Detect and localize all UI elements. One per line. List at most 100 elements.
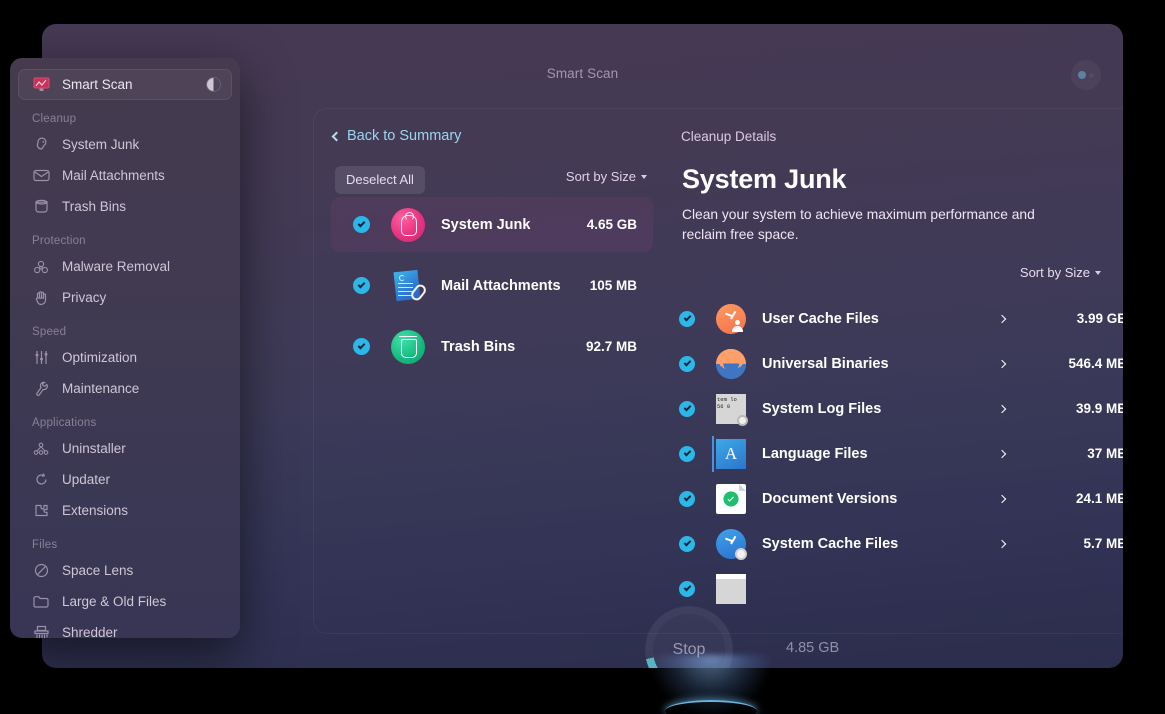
sidebar-item-extensions[interactable]: Extensions (18, 495, 232, 526)
detail-row-name: Universal Binaries (762, 355, 889, 372)
trash-bins-icon (391, 329, 425, 364)
detail-row-clipped[interactable] (679, 566, 1123, 611)
chevron-right-icon[interactable] (997, 359, 1007, 368)
detail-row-document-versions[interactable]: Document Versions 24.1 MB (679, 476, 1123, 521)
category-size: 92.7 MB (585, 339, 637, 354)
puzzle-icon (30, 503, 52, 518)
sidebar-item-large-old-files[interactable]: Large & Old Files (18, 586, 232, 617)
category-row-mail-attachments[interactable]: Mail Attachments 105 MB (331, 258, 653, 313)
system-log-icon: tem lo 56 0 (716, 393, 748, 426)
clipped-row-icon (716, 573, 746, 604)
cleanup-details-card: Back to Summary Cleanup Details Deselect… (313, 108, 1123, 634)
check-icon (683, 313, 691, 321)
detail-row-size: 37 MB (1087, 446, 1123, 461)
chevron-down-icon (1095, 270, 1101, 275)
category-name: System Junk (441, 216, 531, 233)
detail-checkbox[interactable] (679, 490, 695, 507)
detail-checkbox[interactable] (679, 445, 695, 462)
category-name: Mail Attachments (441, 277, 561, 294)
category-row-system-junk[interactable]: System Junk 4.65 GB (331, 197, 653, 252)
category-checkbox[interactable] (353, 216, 370, 233)
sidebar-item-label: Optimization (62, 350, 138, 365)
sidebar-item-maintenance[interactable]: Maintenance (18, 373, 232, 404)
detail-checkbox[interactable] (679, 355, 695, 372)
sidebar-item-label: Updater (62, 472, 111, 487)
category-list-column: Deselect All Sort by Size System Junk 4.… (327, 163, 657, 374)
check-icon (683, 493, 691, 501)
envelope-icon (30, 169, 52, 182)
detail-sort-label: Sort by Size (1019, 265, 1090, 280)
sidebar-item-system-junk[interactable]: System Junk (18, 129, 232, 160)
folder-icon (30, 595, 52, 608)
sidebar: Smart Scan Cleanup System Junk Mail Atta… (10, 58, 240, 638)
sidebar-item-space-lens[interactable]: Space Lens (18, 555, 232, 586)
detail-row-size: 546.4 MB (1068, 356, 1123, 371)
detail-row-system-log-files[interactable]: tem lo 56 0 System Log Files 39.9 MB (679, 386, 1123, 431)
universal-binaries-icon (716, 348, 746, 379)
category-checkbox[interactable] (353, 277, 370, 294)
chevron-right-icon[interactable] (997, 494, 1007, 503)
broom-icon (30, 137, 52, 153)
sidebar-item-trash-bins[interactable]: Trash Bins (18, 191, 232, 222)
back-to-summary-link[interactable]: Back to Summary (331, 128, 462, 144)
detail-row-name: Language Files (762, 445, 868, 462)
detail-checkbox[interactable] (679, 310, 695, 327)
detail-row-user-cache-files[interactable]: User Cache Files 3.99 GB (679, 296, 1123, 341)
sidebar-item-label: System Junk (62, 137, 140, 152)
category-size: 105 MB (589, 278, 637, 293)
sidebar-item-label: Large & Old Files (62, 594, 167, 609)
sidebar-item-malware-removal[interactable]: Malware Removal (18, 251, 232, 282)
detail-row-language-files[interactable]: Language Files 37 MB (679, 431, 1123, 476)
chevron-right-icon[interactable] (997, 539, 1007, 548)
check-icon (683, 358, 691, 366)
shredder-icon (30, 625, 52, 638)
sidebar-item-optimization[interactable]: Optimization (18, 342, 232, 373)
sidebar-group-protection: Protection (32, 235, 86, 247)
chevron-left-icon (331, 131, 342, 141)
detail-checkbox[interactable] (679, 580, 695, 597)
chevron-right-icon[interactable] (997, 449, 1007, 458)
bottom-bar: Stop 4.85 GB (42, 606, 1123, 668)
account-avatar[interactable] (1071, 60, 1101, 90)
detail-row-name: User Cache Files (762, 310, 879, 327)
detail-row-size: 5.7 MB (1083, 536, 1123, 551)
lens-icon (30, 563, 52, 578)
detail-column: System Junk Clean your system to achieve… (679, 164, 1123, 634)
category-list-toolbar: Deselect All Sort by Size (327, 163, 657, 197)
detail-checkbox[interactable] (679, 400, 695, 417)
total-found-size: 4.85 GB (786, 640, 840, 656)
mail-moon-shape (399, 274, 405, 281)
detail-checkbox[interactable] (679, 535, 695, 552)
contrast-toggle-icon[interactable] (207, 78, 220, 91)
sidebar-item-uninstaller[interactable]: Uninstaller (18, 433, 232, 464)
wrench-icon (30, 381, 52, 397)
gear-icon (737, 414, 748, 426)
mail-attachments-icon (391, 269, 429, 303)
chevron-right-icon[interactable] (997, 314, 1007, 323)
detail-sort-dropdown[interactable]: Sort by Size (1020, 265, 1101, 280)
detail-row-universal-binaries[interactable]: Universal Binaries 546.4 MB (679, 341, 1123, 386)
sidebar-item-mail-attachments[interactable]: Mail Attachments (18, 160, 232, 191)
avatar-dot-primary-icon (1078, 71, 1086, 79)
sidebar-item-smart-scan[interactable]: Smart Scan (18, 69, 232, 100)
category-checkbox[interactable] (353, 338, 370, 355)
sidebar-item-shredder[interactable]: Shredder (18, 617, 232, 638)
sidebar-item-updater[interactable]: Updater (18, 464, 232, 495)
sidebar-group-cleanup: Cleanup (32, 113, 77, 125)
sidebar-item-label: Malware Removal (62, 259, 171, 274)
category-sort-dropdown[interactable]: Sort by Size (566, 169, 647, 184)
sidebar-item-label: Extensions (62, 503, 129, 518)
sidebar-item-privacy[interactable]: Privacy (18, 282, 232, 313)
system-junk-icon (391, 207, 425, 242)
deselect-all-button[interactable]: Deselect All (335, 166, 425, 194)
sidebar-item-label: Mail Attachments (62, 168, 165, 183)
sidebar-item-label: Privacy (62, 290, 107, 305)
category-size: 4.65 GB (586, 217, 637, 232)
check-icon (357, 341, 366, 349)
chevron-right-icon[interactable] (997, 404, 1007, 413)
category-row-trash-bins[interactable]: Trash Bins 92.7 MB (331, 319, 653, 374)
sidebar-item-label: Shredder (62, 625, 118, 638)
back-to-summary-label: Back to Summary (347, 128, 462, 144)
detail-row-system-cache-files[interactable]: System Cache Files 5.7 MB (679, 521, 1123, 566)
sidebar-group-files: Files (32, 539, 58, 551)
